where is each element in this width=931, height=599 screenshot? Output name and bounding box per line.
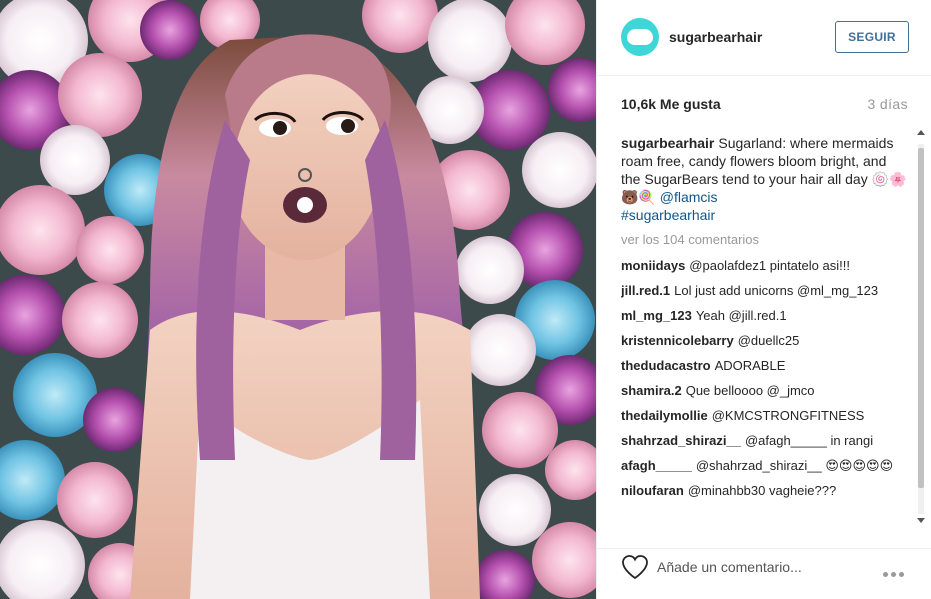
caption-username[interactable]: sugarbearhair	[621, 135, 714, 151]
comment-username[interactable]: afagh_____	[621, 458, 692, 473]
comment-username[interactable]: shamira.2	[621, 383, 682, 398]
comment-text: Que belloooo @_jmco	[685, 383, 815, 398]
add-comment-input[interactable]	[657, 557, 867, 577]
comment-username[interactable]: thedudacastro	[621, 358, 711, 373]
comment-text: @KMCSTRONGFITNESS	[711, 408, 865, 423]
stats-row: 10,6k Me gusta 3 días	[621, 96, 908, 116]
scroll-down-arrow-icon[interactable]	[917, 518, 925, 523]
comment-text: Yeah @jill.red.1	[695, 308, 787, 323]
comment-text: @minahbb30 vagheie???	[687, 483, 837, 498]
comment-username[interactable]: ml_mg_123	[621, 308, 692, 323]
scroll-thumb[interactable]	[918, 148, 924, 488]
comment-username[interactable]: niloufaran	[621, 483, 684, 498]
comment-username[interactable]: kristennicolebarry	[621, 333, 734, 348]
comment-text: @shahrzad_shirazi__ 😍😍😍😍😍	[695, 458, 894, 473]
scroll-up-arrow-icon[interactable]	[917, 130, 925, 135]
comments-list[interactable]: sugarbearhair Sugarland: where mermaids r…	[621, 126, 909, 546]
likes-count[interactable]: 10,6k Me gusta	[621, 96, 721, 112]
comment-item: afagh_____ @shahrzad_shirazi__ 😍😍😍😍😍	[621, 457, 909, 475]
caption-hashtag[interactable]: #sugarbearhair	[621, 206, 909, 224]
comment-item: ml_mg_123 Yeah @jill.red.1	[621, 307, 909, 325]
post-sidebar: sugarbearhair SEGUIR 10,6k Me gusta 3 dí…	[596, 0, 931, 599]
caption-mention[interactable]: @flamcis	[660, 189, 718, 205]
comment-item: thedudacastro ADORABLE	[621, 357, 909, 375]
comment-text: ADORABLE	[714, 358, 786, 373]
post-photo[interactable]	[0, 0, 596, 599]
post-footer	[597, 548, 931, 599]
comment-item: moniidays @paolafdez1 pintatelo asi!!!	[621, 257, 909, 275]
heart-icon[interactable]	[621, 554, 649, 580]
comment-text: @duellc25	[737, 333, 800, 348]
comment-username[interactable]: jill.red.1	[621, 283, 670, 298]
comment-item: kristennicolebarry @duellc25	[621, 332, 909, 350]
more-options-icon[interactable]	[883, 564, 909, 577]
post-timestamp[interactable]: 3 días	[867, 96, 908, 112]
comment-item: shamira.2 Que belloooo @_jmco	[621, 382, 909, 400]
comment-item: shahrzad_shirazi__ @afagh_____ in rangi	[621, 432, 909, 450]
comment-username[interactable]: shahrzad_shirazi__	[621, 433, 741, 448]
comment-username[interactable]: moniidays	[621, 258, 685, 273]
post-caption: sugarbearhair Sugarland: where mermaids r…	[621, 134, 909, 224]
follow-button[interactable]: SEGUIR	[835, 21, 909, 53]
comment-text: @paolafdez1 pintatelo asi!!!	[689, 258, 850, 273]
comment-text: @afagh_____ in rangi	[744, 433, 874, 448]
view-all-comments-link[interactable]: ver los 104 comentarios	[621, 232, 909, 250]
comment-item: jill.red.1 Lol just add unicorns @ml_mg_1…	[621, 282, 909, 300]
author-username[interactable]: sugarbearhair	[669, 29, 762, 45]
comment-item: niloufaran @minahbb30 vagheie???	[621, 482, 909, 500]
comments-scrollbar[interactable]	[916, 130, 926, 530]
comment-item: thedailymollie @KMCSTRONGFITNESS	[621, 407, 909, 425]
post-header: sugarbearhair SEGUIR	[597, 0, 931, 76]
comment-username[interactable]: thedailymollie	[621, 408, 708, 423]
sugarbear-logo-icon[interactable]	[621, 18, 659, 56]
comment-text: Lol just add unicorns @ml_mg_123	[674, 283, 879, 298]
